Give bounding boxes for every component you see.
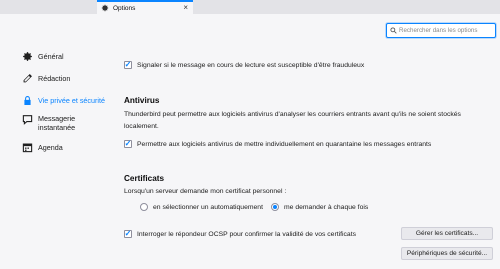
certificates-heading: Certificats: [124, 174, 165, 183]
manage-certificates-button[interactable]: Gérer les certificats...: [401, 227, 493, 240]
checkmark-icon: ✓: [124, 139, 132, 148]
security-devices-button[interactable]: Périphériques de sécurité...: [401, 247, 493, 260]
quarantine-label: Permettre aux logiciels antivirus de met…: [137, 140, 432, 148]
radio-ask-row[interactable]: me demander à chaque fois: [271, 203, 368, 211]
sidebar-item-label: Vie privée et sécurité: [38, 96, 105, 105]
sidebar: Général Rédaction Vie privée et sécurité…: [0, 14, 112, 269]
antivirus-heading: Antivirus: [124, 96, 160, 105]
certificate-question: Lorsqu'un serveur demande mon certificat…: [124, 188, 287, 195]
quarantine-checkbox[interactable]: ✓: [124, 140, 132, 148]
tab-options[interactable]: Options ×: [97, 0, 193, 14]
gear-icon: [22, 51, 33, 62]
radio-auto-label: en sélectionner un automatiquement: [153, 203, 263, 211]
tab-title: Options: [113, 4, 136, 12]
radio-ask[interactable]: [271, 203, 279, 211]
main-content: ✓ Signaler si le message en cours de lec…: [112, 14, 500, 269]
search-icon: [390, 27, 397, 34]
radio-selected-dot: [273, 205, 277, 209]
checkmark-icon: ✓: [124, 229, 132, 238]
checkmark-icon: ✓: [124, 60, 132, 69]
fraud-checkbox-row[interactable]: ✓ Signaler si le message en cours de lec…: [124, 61, 364, 69]
antivirus-description: Thunderbird peut permettre aux logiciels…: [124, 111, 461, 130]
ocsp-checkbox[interactable]: ✓: [124, 230, 132, 238]
sidebar-item-label-line1: Messagerie: [38, 114, 76, 123]
lock-icon: [22, 95, 33, 106]
chat-icon: [22, 114, 33, 125]
search-input[interactable]: [399, 27, 494, 34]
sidebar-item-chat[interactable]: Messagerie instantanée: [22, 114, 75, 132]
radio-auto[interactable]: [140, 203, 148, 211]
sidebar-item-label-line2: instantanée: [38, 123, 76, 132]
ocsp-checkbox-row[interactable]: ✓ Interroger le répondeur OCSP pour conf…: [124, 230, 356, 238]
search-box[interactable]: [386, 23, 496, 38]
radio-auto-row[interactable]: en sélectionner un automatiquement: [140, 203, 263, 211]
sidebar-item-general[interactable]: Général: [22, 51, 64, 62]
sidebar-item-label: Agenda: [38, 143, 63, 152]
pencil-icon: [22, 73, 33, 84]
fraud-checkbox[interactable]: ✓: [124, 61, 132, 69]
ocsp-label: Interroger le répondeur OCSP pour confir…: [137, 230, 356, 238]
sidebar-item-label: Rédaction: [38, 74, 71, 83]
sidebar-item-agenda[interactable]: Agenda: [22, 142, 63, 153]
sidebar-item-privacy[interactable]: Vie privée et sécurité: [22, 95, 105, 106]
tab-bar: Options ×: [0, 0, 500, 14]
fraud-label: Signaler si le message en cours de lectu…: [137, 61, 365, 69]
sidebar-item-redaction[interactable]: Rédaction: [22, 73, 70, 84]
calendar-icon: [22, 142, 33, 153]
gear-icon: [101, 4, 109, 12]
close-icon[interactable]: ×: [183, 3, 188, 13]
quarantine-checkbox-row[interactable]: ✓ Permettre aux logiciels antivirus de m…: [124, 140, 431, 148]
sidebar-item-label: Général: [38, 52, 64, 61]
radio-ask-label: me demander à chaque fois: [284, 203, 369, 211]
